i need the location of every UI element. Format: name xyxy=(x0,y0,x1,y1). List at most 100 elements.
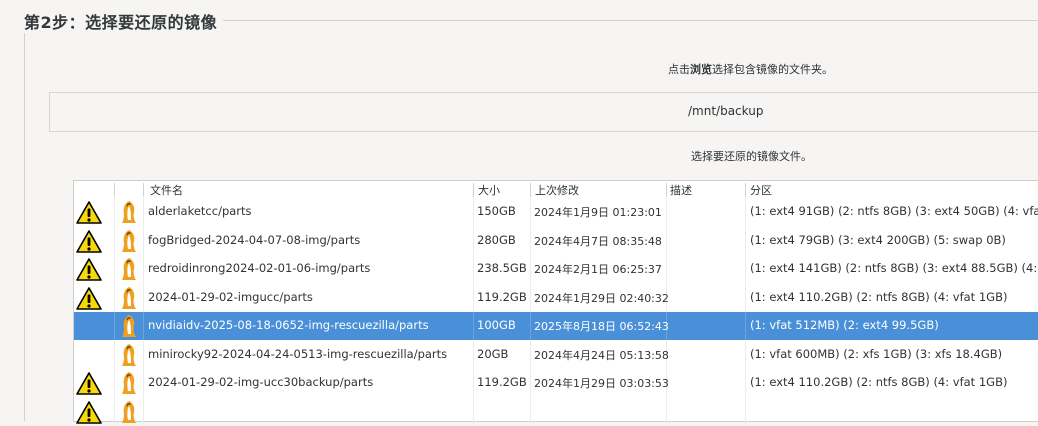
clonezilla-penguin-icon xyxy=(122,201,136,223)
header-separator xyxy=(114,183,115,197)
column-divider xyxy=(143,255,144,283)
table-row[interactable]: fogBridged-2024-04-07-08-img/parts 280GB 2… xyxy=(74,226,1038,255)
warning-icon xyxy=(76,258,102,281)
header-separator xyxy=(745,183,746,197)
column-divider xyxy=(530,255,531,283)
partitions-cell: (1: vfat 600MB) (2: xfs 1GB) (3: xfs 18.… xyxy=(750,346,1003,361)
warning-icon xyxy=(76,201,102,224)
size-cell: 238.5GB xyxy=(477,261,527,275)
file-name-cell: redroidinrong2024-02-01-06-img/parts xyxy=(148,261,371,275)
column-divider xyxy=(114,226,115,255)
modified-date-cell: 2024年1月29日 02:40:32 xyxy=(534,291,669,305)
column-divider xyxy=(143,226,144,255)
size-cell: 150GB xyxy=(477,204,516,218)
partitions-cell: (1: ext4 141GB) (2: ntfs 8GB) (3: ext4 8… xyxy=(750,261,1038,275)
warning-icon xyxy=(76,286,102,310)
modified-date-cell: 2024年1月9日 01:23:01 xyxy=(534,206,662,219)
column-divider xyxy=(473,397,474,426)
column-divider xyxy=(745,397,746,426)
header-separator xyxy=(473,183,474,197)
modified-date-cell: 2025年8月18日 06:52:43 xyxy=(534,320,669,333)
folder-path-text: /mnt/backup xyxy=(688,104,764,118)
column-divider xyxy=(143,369,144,397)
select-image-instruction: 选择要还原的镜像文件。 xyxy=(691,150,812,163)
column-divider xyxy=(143,312,144,340)
clonezilla-penguin-icon xyxy=(122,372,136,394)
column-divider xyxy=(666,255,667,283)
column-divider xyxy=(473,283,474,312)
file-name-cell: nvidiaidv-2025-08-18-0652-img-rescuezill… xyxy=(148,318,429,332)
column-divider xyxy=(530,369,531,397)
column-divider xyxy=(114,283,115,312)
clonezilla-penguin-icon xyxy=(122,258,136,280)
column-divider xyxy=(530,198,531,226)
clonezilla-penguin-icon xyxy=(122,315,136,337)
table-row[interactable]: redroidinrong2024-02-01-06-img/parts 238.… xyxy=(74,255,1038,283)
header-filename[interactable]: 文件名 xyxy=(150,182,183,198)
file-name-cell: fogBridged-2024-04-07-08-img/parts xyxy=(148,232,361,247)
partitions-cell: (1: ext4 110.2GB) (2: ntfs 8GB) (4: vfat… xyxy=(750,375,1008,389)
table-row[interactable] xyxy=(74,397,1038,426)
modified-date-cell: 2024年4月24日 05:13:58 xyxy=(534,348,669,362)
table-row[interactable]: alderlaketcc/parts 150GB 2024年1月9日 01:23:0… xyxy=(74,198,1038,226)
file-name-cell: minirocky92-2024-04-24-0513-img-rescuezi… xyxy=(148,346,448,361)
column-divider xyxy=(530,397,531,426)
header-separator xyxy=(143,183,144,197)
clonezilla-penguin-icon xyxy=(122,286,136,309)
table-row[interactable]: 2024-01-29-02-imgucc/parts 119.2GB 2024年1月… xyxy=(74,283,1038,312)
browse-instruction-bold: 浏览 xyxy=(690,63,712,76)
column-divider xyxy=(114,340,115,369)
column-divider xyxy=(114,255,115,283)
column-divider xyxy=(745,283,746,312)
size-cell: 119.2GB xyxy=(477,289,527,304)
size-cell: 280GB xyxy=(477,232,516,247)
column-divider xyxy=(530,312,531,340)
clonezilla-penguin-icon xyxy=(122,229,136,252)
clonezilla-penguin-icon xyxy=(122,343,136,366)
browse-instruction: 点击浏览选择包含镜像的文件夹。 xyxy=(668,61,833,77)
header-separator xyxy=(530,183,531,197)
column-divider xyxy=(745,312,746,340)
header-partitions[interactable]: 分区 xyxy=(750,182,772,198)
column-divider xyxy=(473,255,474,283)
column-divider xyxy=(473,340,474,369)
table-row[interactable]: 2024-01-29-02-img-ucc30backup/parts 119.2… xyxy=(74,369,1038,397)
header-description[interactable]: 描述 xyxy=(670,182,692,198)
image-table[interactable]: 文件名 大小 上次修改 描述 分区 alderlaketcc/parts 150G… xyxy=(73,180,1038,426)
partitions-cell: (1: ext4 79GB) (3: ext4 200GB) (5: swap … xyxy=(750,232,1006,247)
column-divider xyxy=(143,198,144,226)
file-name-cell: 2024-01-29-02-img-ucc30backup/parts xyxy=(148,375,374,389)
file-name-cell: 2024-01-29-02-imgucc/parts xyxy=(148,289,313,304)
warning-icon xyxy=(76,372,102,395)
folder-path-field[interactable] xyxy=(49,92,1038,132)
column-divider xyxy=(530,283,531,312)
partitions-cell: (1: ext4 91GB) (2: ntfs 8GB) (3: ext4 50… xyxy=(750,204,1038,218)
column-divider xyxy=(666,198,667,226)
modified-date-cell: 2024年2月1日 06:25:37 xyxy=(534,263,662,276)
column-divider xyxy=(745,340,746,369)
browse-instruction-suffix: 选择包含镜像的文件夹。 xyxy=(712,63,833,76)
column-divider xyxy=(666,226,667,255)
file-name-cell: alderlaketcc/parts xyxy=(148,204,252,218)
browse-instruction-prefix: 点击 xyxy=(668,63,690,76)
partitions-cell: (1: ext4 110.2GB) (2: ntfs 8GB) (4: vfat… xyxy=(750,289,1008,304)
column-divider xyxy=(143,397,144,426)
column-divider xyxy=(745,255,746,283)
modified-date-cell: 2024年4月7日 08:35:48 xyxy=(534,234,662,248)
column-divider xyxy=(473,312,474,340)
column-divider xyxy=(745,198,746,226)
table-header: 文件名 大小 上次修改 描述 分区 xyxy=(74,181,1038,198)
size-cell: 20GB xyxy=(477,346,509,361)
table-row[interactable]: minirocky92-2024-04-24-0513-img-rescuezi… xyxy=(74,340,1038,369)
header-size[interactable]: 大小 xyxy=(478,182,500,198)
header-modified[interactable]: 上次修改 xyxy=(535,182,579,198)
column-divider xyxy=(473,198,474,226)
column-divider xyxy=(530,226,531,255)
warning-icon xyxy=(76,229,102,253)
section-title: 第2步：选择要还原的镜像 xyxy=(24,9,224,33)
column-divider xyxy=(745,226,746,255)
column-divider xyxy=(114,312,115,340)
size-cell: 119.2GB xyxy=(477,375,527,389)
partitions-cell: (1: vfat 512MB) (2: ext4 99.5GB) xyxy=(750,318,939,332)
table-row[interactable]: nvidiaidv-2025-08-18-0652-img-rescuezill… xyxy=(74,312,1038,340)
